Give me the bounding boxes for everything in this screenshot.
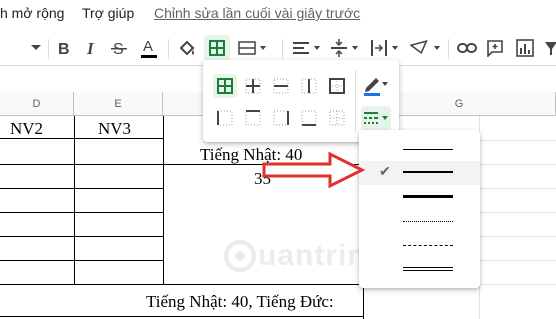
right-border-icon — [273, 110, 289, 126]
comment-icon — [487, 40, 503, 57]
insert-chart-button[interactable] — [514, 35, 536, 61]
checkmark-icon: ✔ — [379, 163, 391, 179]
bold-button[interactable]: B — [54, 35, 74, 61]
align-horizontal-icon — [293, 42, 320, 54]
text-rotation-icon — [410, 39, 440, 54]
fill-color-button[interactable] — [176, 35, 198, 61]
fill-color-icon — [179, 40, 195, 56]
line-style-double[interactable] — [359, 258, 480, 282]
toolbar-divider — [448, 39, 449, 59]
italic-button[interactable]: I — [82, 35, 102, 61]
horizontal-borders-button[interactable] — [269, 74, 293, 98]
insert-comment-button[interactable] — [484, 35, 506, 61]
svg-text:I: I — [86, 40, 95, 56]
left-border-button[interactable] — [213, 106, 237, 130]
watermark-logo-icon — [224, 240, 256, 272]
bottom-border-icon — [301, 110, 317, 126]
filter-icon — [545, 42, 556, 55]
borders-icon — [209, 40, 225, 56]
vertical-borders-icon — [301, 78, 317, 94]
cell-border — [74, 116, 75, 284]
popup-divider — [355, 70, 356, 132]
column-header-d[interactable]: D — [0, 92, 74, 116]
cell-border — [0, 316, 363, 317]
clear-borders-button[interactable] — [325, 106, 349, 130]
thin-line-sample — [403, 149, 453, 150]
merge-cells-icon — [238, 41, 266, 55]
line-style-thick[interactable] — [359, 186, 480, 210]
all-borders-icon — [217, 78, 233, 94]
border-style-icon — [364, 112, 388, 124]
bottom-border-button[interactable] — [297, 106, 321, 130]
menu-item-extensions[interactable]: h mở rộng — [0, 5, 64, 21]
inner-borders-icon — [245, 78, 261, 94]
red-arrow-annotation — [262, 151, 366, 189]
cell-border — [0, 260, 163, 261]
insert-link-button[interactable] — [456, 35, 478, 61]
border-style-button[interactable] — [361, 106, 391, 130]
borders-button[interactable] — [204, 35, 230, 61]
cell-border — [0, 188, 163, 189]
strikethrough-button[interactable]: S — [108, 35, 130, 61]
column-header-e[interactable]: E — [74, 92, 163, 116]
svg-text:A: A — [143, 38, 153, 55]
text-rotation-button[interactable] — [408, 35, 444, 61]
all-borders-button[interactable] — [213, 74, 237, 98]
vertical-borders-button[interactable] — [297, 74, 321, 98]
menu-bar: h mở rộng Trợ giúp Chỉnh sửa lần cuối và… — [0, 0, 556, 30]
cell-e-nv3[interactable]: NV3 — [98, 119, 131, 139]
align-vertical-icon — [331, 39, 358, 57]
toolbar-divider — [48, 39, 49, 59]
border-color-button[interactable] — [361, 72, 391, 96]
bold-icon: B — [58, 41, 70, 56]
last-edit-link[interactable]: Chỉnh sửa lần cuối vài giây trước — [154, 5, 360, 21]
link-icon — [457, 43, 477, 53]
menu-item-help[interactable]: Trợ giúp — [82, 5, 134, 21]
outer-borders-button[interactable] — [325, 74, 349, 98]
chart-icon — [516, 39, 534, 57]
horizontal-align-button[interactable] — [290, 35, 324, 61]
text-wrap-button[interactable] — [368, 35, 402, 61]
svg-text:B: B — [58, 41, 70, 56]
text-wrap-icon — [371, 40, 398, 56]
left-border-icon — [217, 110, 233, 126]
strikethrough-icon: S — [111, 41, 127, 56]
dashed-line-sample — [403, 245, 453, 246]
vertical-align-button[interactable] — [328, 35, 362, 61]
inner-borders-button[interactable] — [241, 74, 265, 98]
right-border-button[interactable] — [269, 106, 293, 130]
top-border-button[interactable] — [241, 106, 265, 130]
bottom-cell-text[interactable]: Tiếng Nhật: 40, Tiếng Đức: — [146, 292, 334, 312]
clear-borders-icon — [329, 110, 345, 126]
thick-line-sample — [403, 195, 453, 198]
double-line-sample — [403, 267, 453, 271]
chevron-down-icon — [31, 45, 41, 50]
line-style-medium[interactable]: ✔ — [359, 161, 480, 185]
line-style-thin[interactable] — [359, 138, 480, 162]
line-style-dashed[interactable] — [359, 234, 480, 258]
cell-d-nv2[interactable]: NV2 — [10, 119, 43, 139]
more-toolbar-button[interactable] — [544, 35, 556, 61]
cell-border — [163, 116, 164, 284]
toolbar-divider — [282, 39, 283, 59]
outer-borders-icon — [329, 78, 345, 94]
line-style-menu: ✔ — [359, 130, 480, 288]
top-border-icon — [245, 110, 261, 126]
pencil-icon — [364, 78, 388, 96]
font-size-dropdown[interactable] — [28, 35, 44, 61]
horizontal-borders-icon — [273, 78, 289, 94]
medium-line-sample — [403, 171, 453, 173]
italic-icon: I — [86, 40, 95, 56]
line-style-dotted[interactable] — [359, 210, 480, 234]
merge-cells-button[interactable] — [236, 35, 270, 61]
cell-border — [0, 284, 363, 285]
dotted-line-sample — [403, 221, 453, 222]
toolbar-divider — [168, 39, 169, 59]
cell-border — [0, 236, 163, 237]
text-color-icon: A — [141, 38, 157, 58]
text-color-button[interactable]: A — [138, 35, 160, 61]
cell-border — [0, 212, 163, 213]
